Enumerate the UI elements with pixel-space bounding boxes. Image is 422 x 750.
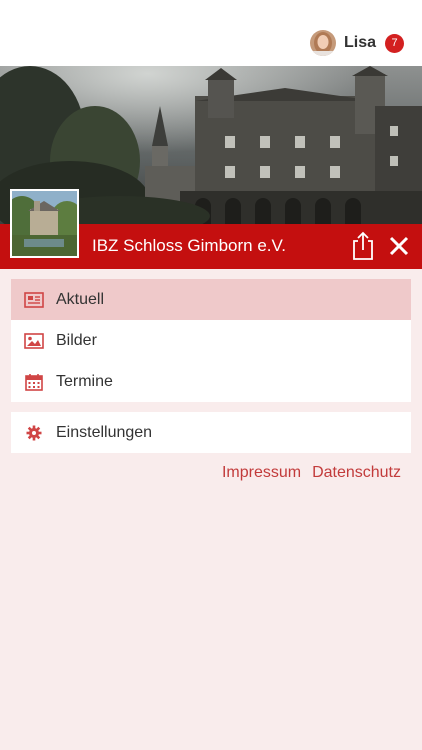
menu-item-label: Einstellungen xyxy=(56,423,153,441)
menu-item-label: Aktuell xyxy=(56,290,105,308)
menu-item-einstellungen[interactable]: Einstellungen xyxy=(11,412,411,453)
top-bar: Lisa 7 xyxy=(0,0,422,66)
datenschutz-link[interactable]: Datenschutz xyxy=(312,464,401,482)
gear-icon xyxy=(23,422,45,444)
organization-thumbnail xyxy=(10,189,79,258)
image-icon xyxy=(23,330,45,352)
menu-item-aktuell[interactable]: Aktuell xyxy=(11,279,411,320)
menu-item-bilder[interactable]: Bilder xyxy=(11,320,411,361)
share-icon xyxy=(353,231,373,260)
organization-name: IBZ Schloss Gimborn e.V. xyxy=(92,236,287,255)
user-profile[interactable]: Lisa 7 xyxy=(309,29,404,57)
close-button[interactable] xyxy=(387,234,411,258)
main-menu: Aktuell Bilder Termine xyxy=(11,279,411,402)
calendar-icon xyxy=(23,371,45,393)
share-button[interactable] xyxy=(350,231,376,261)
menu-item-label: Bilder xyxy=(56,331,97,349)
impressum-link[interactable]: Impressum xyxy=(222,464,301,482)
settings-menu: Einstellungen xyxy=(11,412,411,453)
newspaper-icon xyxy=(23,289,45,311)
notification-badge[interactable]: 7 xyxy=(385,33,404,53)
menu-item-termine[interactable]: Termine xyxy=(11,361,411,402)
avatar[interactable] xyxy=(309,30,336,56)
menu-item-label: Termine xyxy=(56,372,113,390)
footer-links: Impressum Datenschutz xyxy=(222,464,401,482)
user-name[interactable]: Lisa xyxy=(344,34,376,52)
close-icon xyxy=(389,236,409,256)
